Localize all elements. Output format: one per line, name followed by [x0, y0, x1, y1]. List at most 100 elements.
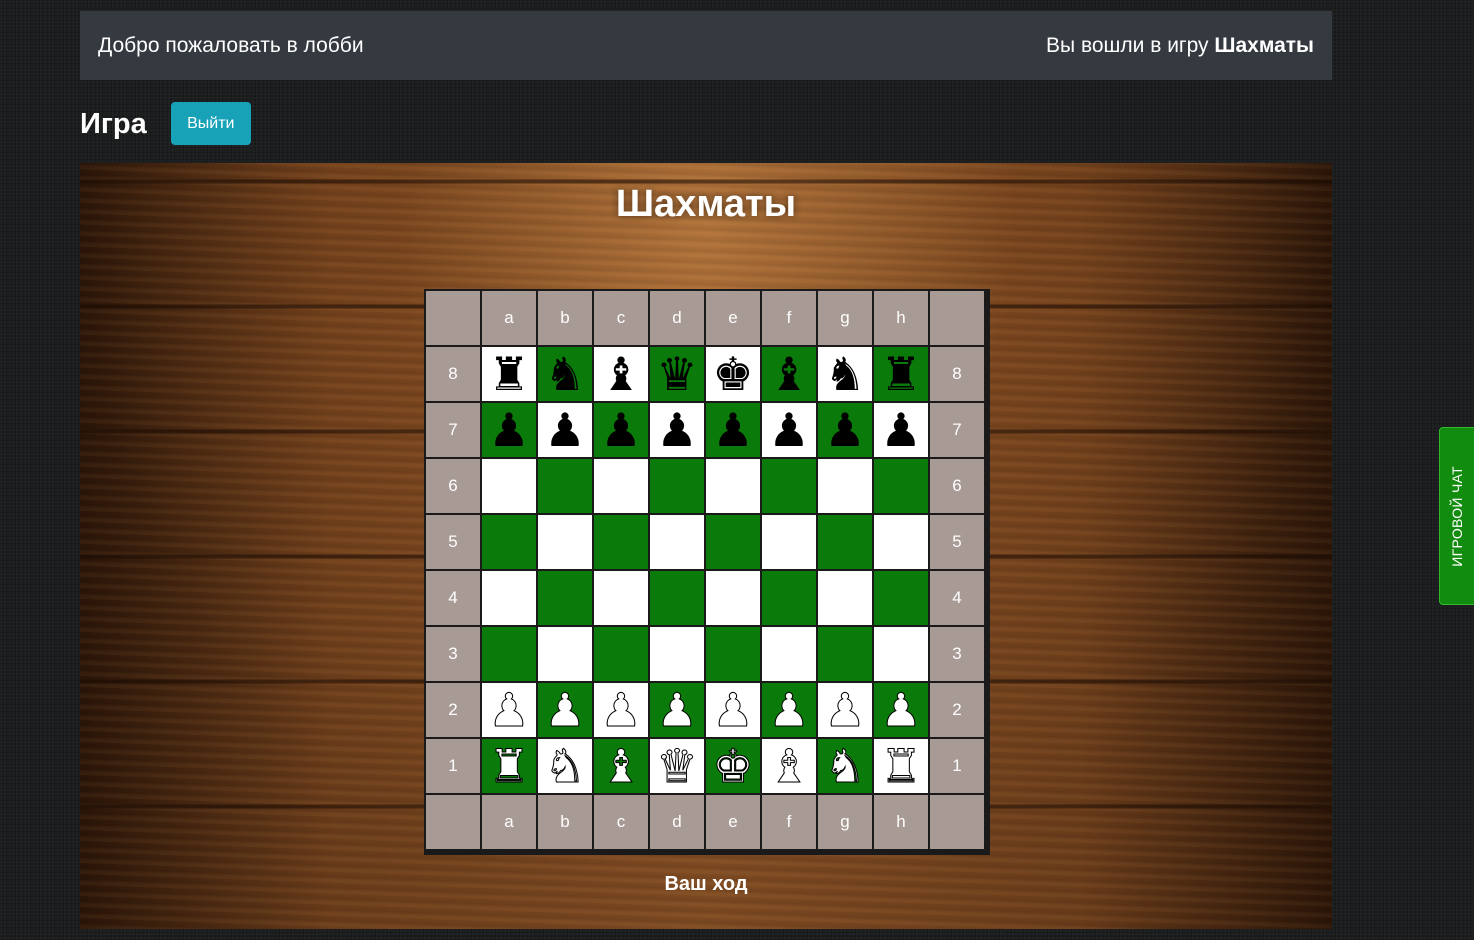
square-b8[interactable]: ♞	[537, 346, 593, 402]
square-d1[interactable]: ♛	[649, 738, 705, 794]
black-pawn-icon[interactable]: ♟	[600, 407, 641, 453]
current-game-name: Шахматы	[1214, 33, 1314, 57]
white-pawn-icon[interactable]: ♟	[544, 687, 586, 734]
square-h3[interactable]	[873, 626, 929, 682]
square-b2[interactable]: ♟	[537, 682, 593, 738]
square-c7[interactable]: ♟	[593, 402, 649, 458]
square-e4[interactable]	[705, 570, 761, 626]
black-rook-icon[interactable]: ♜	[488, 351, 529, 397]
square-d7[interactable]: ♟	[649, 402, 705, 458]
square-h5[interactable]	[873, 514, 929, 570]
square-g7[interactable]: ♟	[817, 402, 873, 458]
square-f7[interactable]: ♟	[761, 402, 817, 458]
square-b7[interactable]: ♟	[537, 402, 593, 458]
square-e6[interactable]	[705, 458, 761, 514]
file-label-top: g	[817, 290, 873, 346]
black-king-icon[interactable]: ♚	[712, 351, 753, 397]
square-h1[interactable]: ♜	[873, 738, 929, 794]
square-g6[interactable]	[817, 458, 873, 514]
square-f6[interactable]	[761, 458, 817, 514]
square-f5[interactable]	[761, 514, 817, 570]
white-pawn-icon[interactable]: ♟	[488, 687, 530, 734]
white-pawn-icon[interactable]: ♟	[600, 687, 642, 734]
white-pawn-icon[interactable]: ♟	[656, 687, 698, 734]
white-pawn-icon[interactable]: ♟	[880, 687, 922, 734]
square-a4[interactable]	[481, 570, 537, 626]
square-a3[interactable]	[481, 626, 537, 682]
black-bishop-icon[interactable]: ♝	[600, 351, 641, 397]
square-h2[interactable]: ♟	[873, 682, 929, 738]
black-pawn-icon[interactable]: ♟	[656, 407, 697, 453]
square-e8[interactable]: ♚	[705, 346, 761, 402]
black-pawn-icon[interactable]: ♟	[544, 407, 585, 453]
square-c6[interactable]	[593, 458, 649, 514]
square-c2[interactable]: ♟	[593, 682, 649, 738]
black-knight-icon[interactable]: ♞	[824, 351, 865, 397]
square-f8[interactable]: ♝	[761, 346, 817, 402]
square-g1[interactable]: ♞	[817, 738, 873, 794]
black-bishop-icon[interactable]: ♝	[768, 351, 809, 397]
black-pawn-icon[interactable]: ♟	[824, 407, 865, 453]
square-a2[interactable]: ♟	[481, 682, 537, 738]
square-b4[interactable]	[537, 570, 593, 626]
square-a1[interactable]: ♜	[481, 738, 537, 794]
square-b6[interactable]	[537, 458, 593, 514]
square-f4[interactable]	[761, 570, 817, 626]
square-b5[interactable]	[537, 514, 593, 570]
square-f2[interactable]: ♟	[761, 682, 817, 738]
square-g8[interactable]: ♞	[817, 346, 873, 402]
square-g4[interactable]	[817, 570, 873, 626]
white-pawn-icon[interactable]: ♟	[712, 687, 754, 734]
square-c5[interactable]	[593, 514, 649, 570]
square-g5[interactable]	[817, 514, 873, 570]
exit-button[interactable]: Выйти	[170, 102, 251, 145]
game-chat-tab[interactable]: ИГРОВОЙ ЧАТ	[1439, 427, 1474, 605]
square-d4[interactable]	[649, 570, 705, 626]
square-c4[interactable]	[593, 570, 649, 626]
square-d5[interactable]	[649, 514, 705, 570]
square-h6[interactable]	[873, 458, 929, 514]
square-e2[interactable]: ♟	[705, 682, 761, 738]
square-e7[interactable]: ♟	[705, 402, 761, 458]
square-b3[interactable]	[537, 626, 593, 682]
square-h4[interactable]	[873, 570, 929, 626]
white-rook-icon[interactable]: ♜	[488, 743, 530, 790]
black-rook-icon[interactable]: ♜	[880, 351, 921, 397]
black-knight-icon[interactable]: ♞	[544, 351, 585, 397]
square-e3[interactable]	[705, 626, 761, 682]
square-a7[interactable]: ♟	[481, 402, 537, 458]
square-b1[interactable]: ♞	[537, 738, 593, 794]
square-h8[interactable]: ♜	[873, 346, 929, 402]
square-d2[interactable]: ♟	[649, 682, 705, 738]
black-pawn-icon[interactable]: ♟	[768, 407, 809, 453]
square-f3[interactable]	[761, 626, 817, 682]
white-knight-icon[interactable]: ♞	[824, 743, 866, 790]
square-f1[interactable]: ♝	[761, 738, 817, 794]
square-c8[interactable]: ♝	[593, 346, 649, 402]
square-d8[interactable]: ♛	[649, 346, 705, 402]
white-bishop-icon[interactable]: ♝	[600, 743, 642, 790]
square-c1[interactable]: ♝	[593, 738, 649, 794]
white-king-icon[interactable]: ♚	[712, 743, 754, 790]
square-a5[interactable]	[481, 514, 537, 570]
white-pawn-icon[interactable]: ♟	[824, 687, 866, 734]
white-queen-icon[interactable]: ♛	[656, 743, 698, 790]
white-knight-icon[interactable]: ♞	[544, 743, 586, 790]
white-bishop-icon[interactable]: ♝	[768, 743, 810, 790]
square-c3[interactable]	[593, 626, 649, 682]
black-pawn-icon[interactable]: ♟	[880, 407, 921, 453]
black-pawn-icon[interactable]: ♟	[488, 407, 529, 453]
square-d6[interactable]	[649, 458, 705, 514]
black-pawn-icon[interactable]: ♟	[712, 407, 753, 453]
square-g3[interactable]	[817, 626, 873, 682]
square-d3[interactable]	[649, 626, 705, 682]
white-pawn-icon[interactable]: ♟	[768, 687, 810, 734]
square-e5[interactable]	[705, 514, 761, 570]
square-a8[interactable]: ♜	[481, 346, 537, 402]
black-queen-icon[interactable]: ♛	[656, 351, 697, 397]
square-a6[interactable]	[481, 458, 537, 514]
square-g2[interactable]: ♟	[817, 682, 873, 738]
white-rook-icon[interactable]: ♜	[880, 743, 922, 790]
square-e1[interactable]: ♚	[705, 738, 761, 794]
square-h7[interactable]: ♟	[873, 402, 929, 458]
